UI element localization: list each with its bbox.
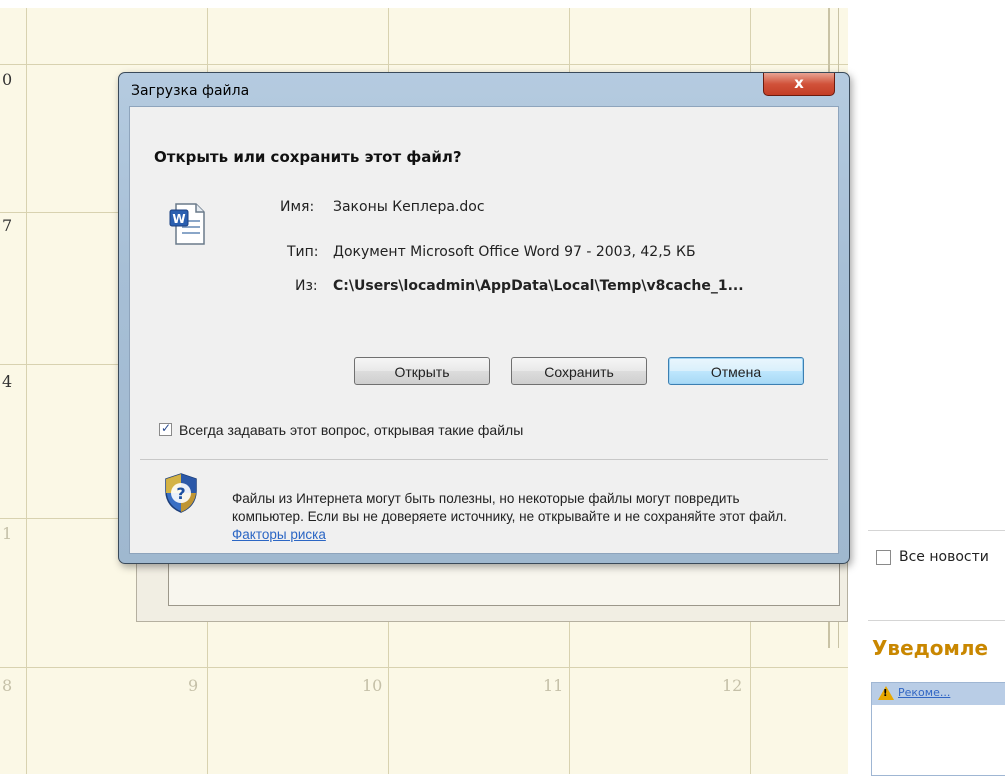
security-warning-text: Файлы из Интернета могут быть полезны, н… (232, 490, 802, 544)
calendar-day-number: 1 (2, 524, 13, 543)
file-download-dialog: Загрузка файла x Открыть или сохранить э… (118, 72, 850, 564)
svg-text:W: W (172, 212, 185, 226)
calendar-day-number: 12 (722, 676, 743, 695)
calendar-day-number: 0 (2, 70, 13, 89)
all-news-checkbox[interactable] (876, 550, 891, 565)
word-document-icon: W (169, 203, 205, 245)
file-name-value: Законы Кеплера.doc (333, 199, 485, 215)
from-label: Из: (295, 278, 318, 294)
notification-link[interactable]: Рекоме... (898, 686, 950, 699)
save-button[interactable]: Сохранить (511, 357, 647, 385)
risk-factors-link[interactable]: Факторы риска (232, 527, 326, 542)
file-source-value: C:\Users\locadmin\AppData\Local\Temp\v8c… (333, 278, 744, 294)
calendar-day-number: 8 (2, 676, 13, 695)
calendar-top-strip (0, 0, 848, 8)
type-label: Тип: (287, 244, 319, 260)
open-button[interactable]: Открыть (354, 357, 490, 385)
separator (868, 530, 1005, 531)
dialog-question: Открыть или сохранить этот файл? (154, 148, 462, 166)
security-shield-question-icon: ? (165, 473, 197, 513)
cancel-button[interactable]: Отмена (668, 357, 804, 385)
always-ask-checkbox[interactable]: ✓ (159, 421, 172, 436)
calendar-day-number: 9 (188, 676, 199, 695)
calendar-day-number: 7 (2, 216, 13, 235)
svg-text:?: ? (176, 484, 185, 503)
calendar-day-number: 10 (362, 676, 383, 695)
calendar-grid-line (0, 64, 848, 65)
warning-message: Файлы из Интернета могут быть полезны, н… (232, 491, 787, 524)
all-news-label: Все новости (899, 549, 989, 565)
separator (868, 620, 1005, 621)
close-icon: x (794, 74, 804, 92)
divider (140, 459, 828, 460)
calendar-grid-line (26, 8, 27, 774)
modal-frame-inner (168, 560, 840, 606)
name-label: Имя: (280, 199, 315, 215)
checkmark-icon: ✓ (161, 421, 172, 435)
close-button[interactable]: x (763, 73, 835, 96)
calendar-grid-line (0, 667, 848, 668)
always-ask-label[interactable]: Всегда задавать этот вопрос, открывая та… (179, 422, 523, 438)
dialog-title: Загрузка файла (131, 83, 250, 99)
dialog-body: Открыть или сохранить этот файл? W Имя: … (129, 106, 839, 554)
calendar-day-number: 11 (543, 676, 564, 695)
calendar-day-number: 4 (2, 372, 13, 391)
warning-mark: ! (883, 688, 888, 699)
file-type-value: Документ Microsoft Office Word 97 - 2003… (333, 244, 696, 260)
notifications-title: Уведомле (872, 636, 989, 660)
